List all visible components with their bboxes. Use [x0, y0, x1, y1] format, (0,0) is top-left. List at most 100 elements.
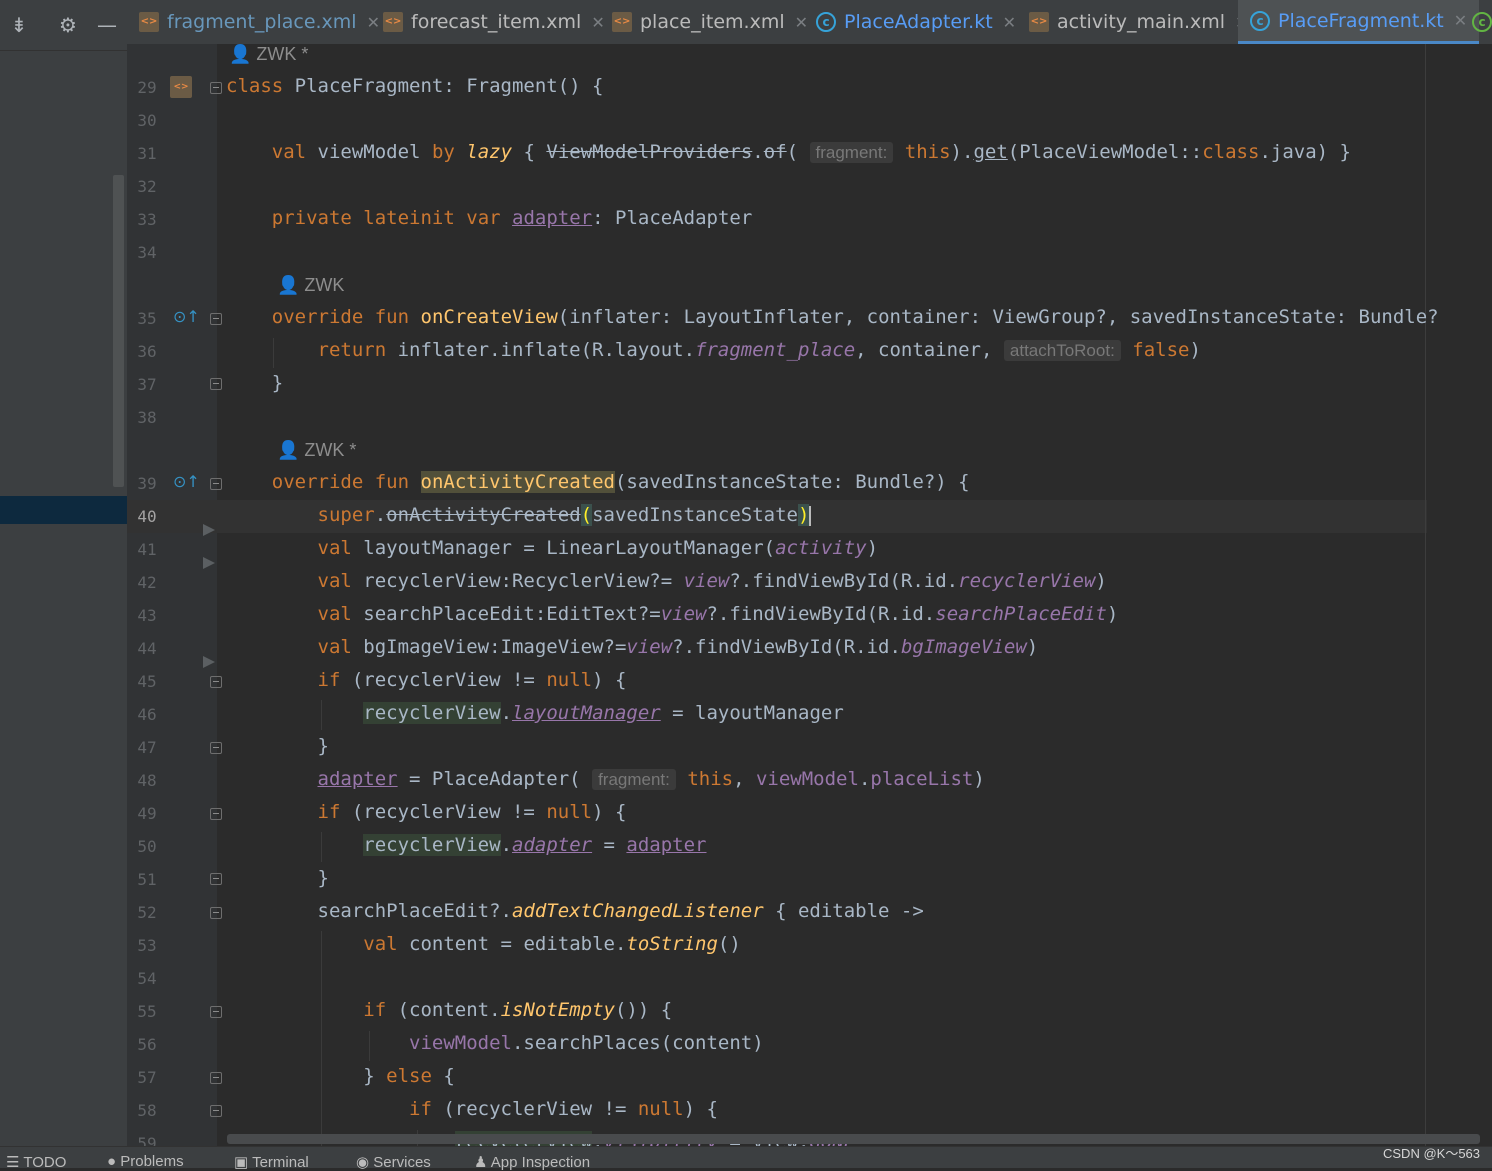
close-icon[interactable]: ✕ [795, 13, 808, 32]
services-icon: ◉ [356, 1154, 374, 1171]
line-number: 48 [137, 771, 157, 790]
code-line[interactable]: if (recyclerView != null) { [226, 1098, 718, 1120]
tab-label: PlaceAdapter.kt [844, 11, 993, 33]
code-line[interactable]: recyclerView.layoutManager = layoutManag… [226, 702, 844, 724]
code-line[interactable]: val viewModel by lazy { ViewModelProvide… [226, 141, 1351, 163]
line-number: 37 [137, 375, 157, 394]
todo-tool-button[interactable]: ☰ TODO [6, 1153, 66, 1171]
services-tool-button[interactable]: ◉ Services [356, 1153, 431, 1171]
close-icon[interactable]: ✕ [591, 13, 604, 32]
close-icon[interactable]: ✕ [367, 13, 380, 32]
tab-label: PlaceFragment.kt [1278, 9, 1444, 32]
kotlin-class-icon: c [816, 12, 836, 32]
terminal-icon: ▣ [234, 1154, 253, 1171]
fold-marker[interactable] [210, 1006, 222, 1018]
tab-label: place_item.xml [640, 11, 785, 33]
code-line[interactable]: if (recyclerView != null) { [226, 801, 627, 823]
tool-label: Problems [120, 1153, 184, 1170]
terminal-tool-button[interactable]: ▣ Terminal [234, 1153, 309, 1171]
line-number: 41 [137, 540, 157, 559]
list-icon: ☰ [6, 1154, 24, 1171]
code-line[interactable]: val bgImageView:ImageView?=view?.findVie… [226, 636, 1039, 658]
code-line[interactable]: } [226, 372, 283, 394]
settings-icon[interactable]: ⚙ [55, 12, 81, 38]
tab-fragment-place-xml[interactable]: <> fragment_place.xml ✕ [139, 0, 380, 44]
code-line[interactable]: class PlaceFragment: Fragment() { [226, 75, 604, 97]
code-line-current[interactable]: super.onActivityCreated(savedInstanceSta… [226, 504, 812, 526]
line-number: 51 [137, 870, 157, 889]
hide-icon[interactable]: — [94, 12, 120, 38]
code-line[interactable]: viewModel.searchPlaces(content) [226, 1032, 764, 1054]
fold-marker[interactable] [210, 907, 222, 919]
project-selected-row[interactable] [0, 496, 127, 524]
line-number: 36 [137, 342, 157, 361]
code-line[interactable]: recyclerView.adapter = adapter [226, 834, 707, 856]
left-toolbar: ⇟ ⚙ — [0, 0, 127, 51]
fold-marker[interactable] [210, 676, 222, 688]
code-line[interactable]: } else { [226, 1065, 455, 1087]
line-number: 31 [137, 144, 157, 163]
author-annotation[interactable]: 👤 ZWK * [277, 440, 356, 461]
code-line[interactable]: override fun onActivityCreated(savedInst… [226, 471, 970, 493]
tab-activity-main-xml[interactable]: <> activity_main.xml ✕ [1029, 0, 1248, 44]
fold-marker[interactable] [210, 378, 222, 390]
fold-marker[interactable] [210, 313, 222, 325]
line-number: 38 [137, 408, 157, 427]
line-number: 43 [137, 606, 157, 625]
code-line[interactable]: searchPlaceEdit?.addTextChangedListener … [226, 900, 924, 922]
fold-marker[interactable] [210, 478, 222, 490]
code-line[interactable]: val content = editable.toString() [226, 933, 741, 955]
horizontal-scrollbar[interactable] [227, 1134, 1480, 1144]
tab-place-item-xml[interactable]: <> place_item.xml ✕ [612, 0, 808, 44]
code-line[interactable]: if (content.isNotEmpty()) { [226, 999, 672, 1021]
run-gutter-icon[interactable] [203, 524, 215, 536]
line-number: 47 [137, 738, 157, 757]
line-number: 54 [137, 969, 157, 988]
xml-file-icon: <> [1029, 12, 1049, 32]
line-number: 46 [137, 705, 157, 724]
tab-forecast-item-xml[interactable]: <> forecast_item.xml ✕ [383, 0, 605, 44]
fold-marker[interactable] [210, 742, 222, 754]
author-annotation[interactable]: 👤 ZWK * [229, 44, 308, 65]
problems-tool-button[interactable]: ● Problems [107, 1153, 184, 1170]
code-line[interactable]: override fun onCreateView(inflater: Layo… [226, 306, 1439, 328]
project-scrollbar[interactable] [113, 175, 124, 487]
code-line[interactable]: val layoutManager = LinearLayoutManager(… [226, 537, 879, 559]
code-line[interactable]: return inflater.inflate(R.layout.fragmen… [226, 339, 1201, 361]
code-line[interactable]: adapter = PlaceAdapter( fragment: this, … [226, 768, 985, 790]
tab-place-fragment-kt[interactable]: c PlaceFragment.kt ✕ [1238, 0, 1480, 44]
app-inspection-tool-button[interactable]: ♟ App Inspection [474, 1153, 590, 1171]
layout-file-icon[interactable]: <> [170, 76, 192, 98]
fold-marker[interactable] [210, 1072, 222, 1084]
fold-marker[interactable] [210, 808, 222, 820]
tab-overflow[interactable]: c [1472, 0, 1492, 44]
close-icon[interactable]: ✕ [1454, 11, 1467, 30]
tab-label: fragment_place.xml [167, 11, 357, 33]
code-line[interactable]: private lateinit var adapter: PlaceAdapt… [226, 207, 753, 229]
line-number: 50 [137, 837, 157, 856]
right-margin-guide [1425, 44, 1426, 1146]
line-number: 56 [137, 1035, 157, 1054]
tool-label: TODO [23, 1154, 67, 1171]
fold-marker[interactable] [210, 873, 222, 885]
author-name: ZWK [304, 275, 345, 295]
override-method-icon[interactable]: ⊙↑ [173, 472, 200, 491]
author-annotation[interactable]: 👤 ZWK [277, 275, 344, 296]
editor-tab-bar: <> fragment_place.xml ✕ <> forecast_item… [127, 0, 1492, 45]
problems-icon: ● [107, 1153, 121, 1170]
tab-place-adapter-kt[interactable]: c PlaceAdapter.kt ✕ [816, 0, 1016, 44]
code-line[interactable]: val searchPlaceEdit:EditText?=view?.find… [226, 603, 1119, 625]
line-number: 32 [137, 177, 157, 196]
code-line[interactable]: } [226, 867, 329, 889]
run-gutter-icon[interactable] [203, 656, 215, 668]
collapse-all-icon[interactable]: ⇟ [6, 12, 32, 38]
close-icon[interactable]: ✕ [1003, 13, 1016, 32]
code-line[interactable]: if (recyclerView != null) { [226, 669, 627, 691]
code-line[interactable]: val recyclerView:RecyclerView?= view?.fi… [226, 570, 1107, 592]
override-method-icon[interactable]: ⊙↑ [173, 307, 200, 326]
fold-marker[interactable] [210, 1105, 222, 1117]
code-line[interactable]: } [226, 735, 329, 757]
line-number: 29 [137, 78, 157, 97]
fold-marker[interactable] [210, 82, 222, 94]
run-gutter-icon[interactable] [203, 557, 215, 569]
